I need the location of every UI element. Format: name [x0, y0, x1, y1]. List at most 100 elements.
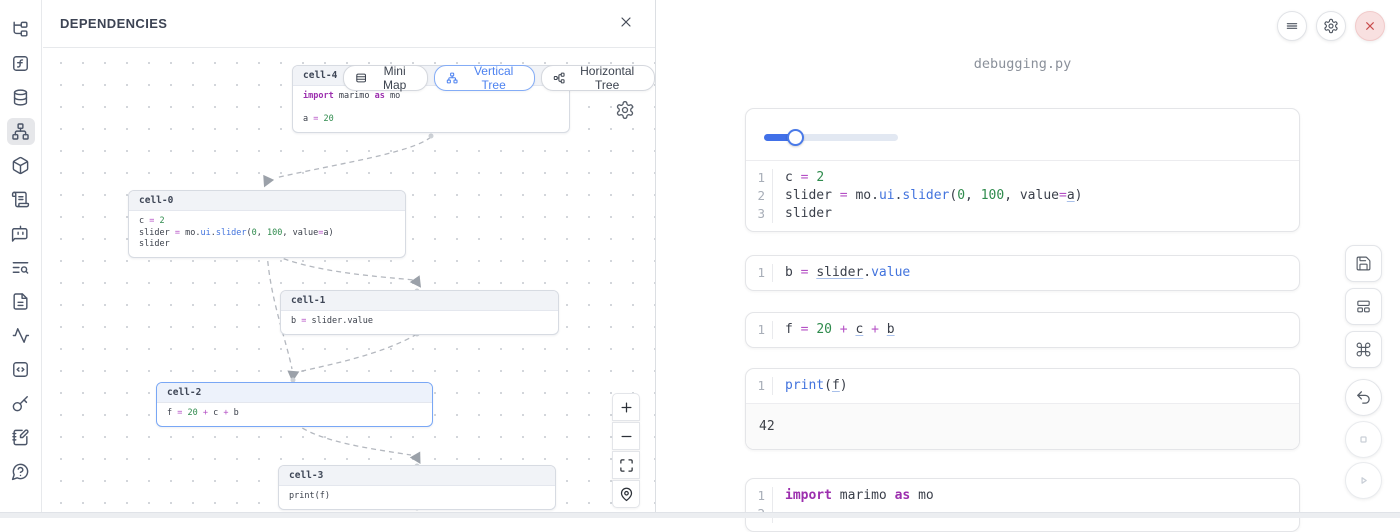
mini-map-icon	[355, 71, 367, 85]
sidebar-item-file-tree[interactable]	[7, 16, 35, 43]
stop-button[interactable]	[1345, 421, 1382, 458]
close-dependencies-button[interactable]	[618, 14, 638, 34]
dependencies-title: DEPENDENCIES	[60, 16, 167, 31]
code-line: import marimo as mo	[785, 487, 934, 505]
code-line: c = 2	[785, 169, 1082, 187]
shutdown-button[interactable]	[1355, 11, 1385, 41]
slider-handle[interactable]	[787, 129, 804, 146]
graph-zoom-controls	[612, 393, 640, 508]
code-editor[interactable]: 1 b = slider.value	[746, 256, 1299, 290]
logs-icon	[11, 190, 30, 209]
sidebar-item-scratchpad[interactable]	[7, 424, 35, 451]
dependency-graph-icon	[11, 122, 30, 141]
code-line: f = 20 + c + b	[785, 321, 895, 339]
sidebar-item-ai-chat[interactable]	[7, 220, 35, 247]
sidebar-item-help[interactable]	[7, 458, 35, 485]
slider-track[interactable]	[764, 134, 898, 141]
code-editor[interactable]: 1print(f)	[746, 369, 1299, 403]
view-button-label: Vertical Tree	[464, 64, 523, 92]
code-editor[interactable]: 123c = 2slider = mo.ui.slider(0, 100, va…	[746, 161, 1299, 231]
bottom-edge-strip	[0, 512, 1400, 518]
notebook-cell: 1f = 20 + c + b	[745, 312, 1300, 348]
graph-node-title: cell-2	[157, 383, 432, 403]
line-number: 3	[746, 205, 772, 223]
code-line: b = slider.value	[785, 264, 910, 282]
file-tree-icon	[11, 20, 30, 39]
documentation-icon	[11, 292, 30, 311]
notebook-cell: 12import marimo as mo	[745, 478, 1300, 532]
gear-icon	[615, 100, 635, 120]
packages-icon	[11, 156, 30, 175]
view-button-mini-map[interactable]: Mini Map	[343, 65, 428, 91]
search-logs-icon	[11, 258, 30, 277]
graph-node-code: import marimo as mo a = 20	[293, 86, 569, 132]
graph-node-cell-2[interactable]: cell-2f = 20 + c + b	[156, 382, 433, 427]
layout-button[interactable]	[1345, 288, 1382, 325]
notebook-panel: debugging.py 123c = 2slider = mo.ui.slid…	[657, 0, 1400, 518]
sidebar-item-secrets[interactable]	[7, 390, 35, 417]
layout-icon	[1355, 298, 1372, 315]
graph-settings-button[interactable]	[615, 100, 636, 121]
code-editor[interactable]: 1f = 20 + c + b	[746, 313, 1299, 347]
keyboard-shortcuts-button[interactable]	[1345, 331, 1382, 368]
graph-view-switcher: Mini Map Vertical Tree Horizontal Tree	[343, 65, 655, 91]
code-lines: c = 2slider = mo.ui.slider(0, 100, value…	[773, 169, 1082, 223]
sidebar-item-database[interactable]	[7, 84, 35, 111]
view-button-horizontal-tree[interactable]: Horizontal Tree	[541, 65, 655, 91]
sidebar-item-packages[interactable]	[7, 152, 35, 179]
fit-view-button[interactable]	[612, 451, 640, 479]
graph-node-title: cell-0	[129, 191, 405, 211]
dependencies-header: DEPENDENCIES	[43, 0, 655, 48]
zoom-out-icon	[619, 429, 634, 444]
graph-node-code: c = 2slider = mo.ui.slider(0, 100, value…	[129, 211, 405, 257]
notebook-cell: 1 b = slider.value	[745, 255, 1300, 291]
run-button[interactable]	[1345, 462, 1382, 499]
graph-node-cell-0[interactable]: cell-0c = 2slider = mo.ui.slider(0, 100,…	[128, 190, 406, 258]
slider-widget-row	[746, 109, 1299, 161]
dependencies-panel: DEPENDENCIES	[43, 0, 656, 518]
code-line: slider	[785, 205, 1082, 223]
sidebar-item-snippets[interactable]	[7, 356, 35, 383]
database-icon	[11, 88, 30, 107]
sidebar-item-documentation[interactable]	[7, 288, 35, 315]
keyboard-shortcuts-icon	[1355, 341, 1372, 358]
graph-node-cell-1[interactable]: cell-1b = slider.value	[280, 290, 559, 335]
line-number-gutter: 1	[746, 377, 773, 395]
save-button[interactable]	[1345, 245, 1382, 282]
notebook-filename[interactable]: debugging.py	[745, 56, 1300, 72]
node-code-line: c = 2	[139, 216, 395, 228]
sidebar-item-function[interactable]	[7, 50, 35, 77]
zoom-in-button[interactable]	[612, 393, 640, 421]
line-number-gutter: 123	[746, 169, 773, 223]
vertical-tree-icon	[446, 71, 458, 85]
line-number: 1	[746, 169, 772, 187]
line-number: 1	[746, 264, 772, 282]
locate-button[interactable]	[612, 480, 640, 508]
undo-button[interactable]	[1345, 379, 1382, 416]
menu-button[interactable]	[1277, 11, 1307, 41]
run-icon	[1355, 472, 1372, 489]
line-number: 1	[746, 377, 772, 395]
view-button-vertical-tree[interactable]: Vertical Tree	[434, 65, 535, 91]
sidebar-item-dependency-graph[interactable]	[7, 118, 35, 145]
settings-button[interactable]	[1316, 11, 1346, 41]
dependency-graph-canvas[interactable]: cell-4import marimo as mo a = 20cell-0c …	[43, 49, 655, 518]
notebook-cell: 1print(f)42	[745, 368, 1300, 450]
sidebar-item-search-logs[interactable]	[7, 254, 35, 281]
ai-chat-icon	[11, 224, 30, 243]
sidebar-item-tracing[interactable]	[7, 322, 35, 349]
code-line: slider = mo.ui.slider(0, 100, value=a)	[785, 187, 1082, 205]
node-code-line	[303, 103, 559, 115]
graph-node-cell-3[interactable]: cell-3print(f)	[278, 465, 556, 510]
fit-view-icon	[619, 458, 634, 473]
sidebar-item-logs[interactable]	[7, 186, 35, 213]
view-button-label: Mini Map	[373, 64, 416, 92]
shutdown-icon	[1362, 18, 1378, 34]
line-number: 2	[746, 187, 772, 205]
zoom-in-icon	[619, 400, 634, 415]
stop-icon	[1355, 431, 1372, 448]
zoom-out-button[interactable]	[612, 422, 640, 450]
code-editor[interactable]: 12import marimo as mo	[746, 479, 1299, 531]
code-lines: print(f)	[773, 377, 848, 395]
undo-icon	[1355, 389, 1372, 406]
